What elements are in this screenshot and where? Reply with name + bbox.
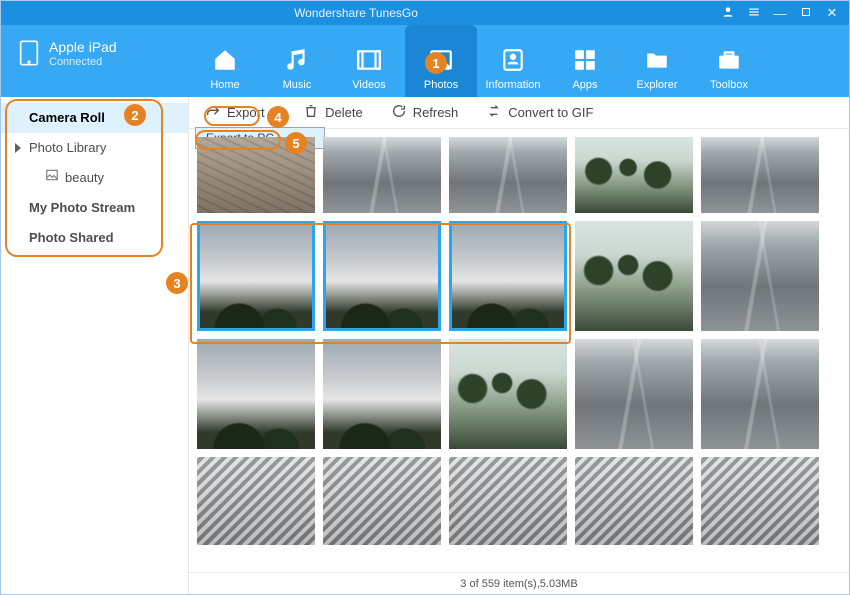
photo-thumb[interactable]	[197, 339, 315, 449]
statusbar: 3 of 559 item(s),5.03MB	[189, 572, 849, 594]
music-icon	[284, 43, 310, 77]
export-label: Export	[227, 105, 265, 120]
tab-home[interactable]: Home	[189, 25, 261, 97]
tab-label: Explorer	[637, 79, 678, 91]
photo-thumb[interactable]	[575, 339, 693, 449]
videos-icon	[356, 43, 382, 77]
delete-button[interactable]: Delete	[299, 101, 367, 124]
photo-thumb[interactable]	[323, 339, 441, 449]
photo-thumb[interactable]	[701, 221, 819, 331]
tab-label: Photos	[424, 79, 458, 91]
photo-thumb[interactable]	[449, 457, 567, 545]
apps-icon	[572, 43, 598, 77]
device-status: Connected	[49, 56, 117, 69]
device-panel[interactable]: Apple iPad Connected	[1, 25, 189, 97]
export-icon	[205, 103, 221, 122]
sidebar-item-beauty[interactable]: beauty	[1, 163, 188, 193]
photo-thumb[interactable]	[449, 339, 567, 449]
tab-label: Music	[283, 79, 312, 91]
tab-explorer[interactable]: Explorer	[621, 25, 693, 97]
chevron-right-icon	[15, 143, 21, 153]
sidebar-item-photo-library[interactable]: Photo Library	[1, 133, 188, 163]
sidebar-item-my-photo-stream[interactable]: My Photo Stream	[1, 193, 188, 223]
photos-icon	[428, 43, 454, 77]
photo-grid	[189, 129, 849, 572]
photo-thumb[interactable]	[323, 457, 441, 545]
titlebar: Wondershare TunesGo — ✕	[1, 1, 849, 25]
maximize-button[interactable]	[799, 6, 813, 21]
tab-label: Home	[210, 79, 239, 91]
sidebar-item-camera-roll[interactable]: Camera Roll	[1, 103, 188, 133]
user-icon[interactable]	[721, 5, 735, 22]
tab-music[interactable]: Music	[261, 25, 333, 97]
photo-thumb[interactable]	[197, 457, 315, 545]
photo-thumb[interactable]	[575, 221, 693, 331]
photo-thumb[interactable]	[701, 137, 819, 213]
main-tabs: Home Music Videos Photos Information App…	[189, 25, 849, 97]
photo-thumb[interactable]	[197, 137, 315, 213]
picture-icon	[45, 163, 59, 193]
delete-icon	[303, 103, 319, 122]
tab-information[interactable]: Information	[477, 25, 549, 97]
photo-thumb-selected[interactable]	[449, 221, 567, 331]
sidebar-item-photo-shared[interactable]: Photo Shared	[1, 223, 188, 253]
navbar: Apple iPad Connected Home Music Videos P…	[1, 25, 849, 97]
photo-thumb[interactable]	[575, 137, 693, 213]
status-text: 3 of 559 item(s),5.03MB	[460, 578, 577, 590]
app-window: Wondershare TunesGo — ✕ Apple iPad Conne…	[0, 0, 850, 595]
app-title: Wondershare TunesGo	[1, 6, 711, 20]
export-button[interactable]: Export ▾	[201, 101, 279, 124]
sidebar-item-label: Photo Shared	[29, 230, 114, 245]
tab-label: Videos	[352, 79, 385, 91]
window-controls: — ✕	[711, 5, 849, 22]
photo-thumb[interactable]	[323, 137, 441, 213]
tab-photos[interactable]: Photos	[405, 25, 477, 97]
photo-thumb[interactable]	[449, 137, 567, 213]
photo-thumb-selected[interactable]	[197, 221, 315, 331]
minimize-button[interactable]: —	[773, 6, 787, 21]
main: Export ▾ Delete Refresh Convert to GIF	[189, 97, 849, 594]
explorer-icon	[644, 43, 670, 77]
photo-thumb[interactable]	[575, 457, 693, 545]
convert-label: Convert to GIF	[508, 105, 593, 120]
photo-thumb[interactable]	[701, 457, 819, 545]
tab-label: Apps	[572, 79, 597, 91]
refresh-button[interactable]: Refresh	[387, 101, 463, 124]
photo-thumb-selected[interactable]	[323, 221, 441, 331]
refresh-icon	[391, 103, 407, 122]
body: Camera Roll Photo Library beauty My Phot…	[1, 97, 849, 594]
chevron-down-icon: ▾	[271, 107, 276, 118]
refresh-label: Refresh	[413, 105, 459, 120]
photo-thumb[interactable]	[701, 339, 819, 449]
sidebar: Camera Roll Photo Library beauty My Phot…	[1, 97, 189, 594]
toolbar: Export ▾ Delete Refresh Convert to GIF	[189, 97, 849, 129]
tab-label: Toolbox	[710, 79, 748, 91]
home-icon	[212, 43, 238, 77]
sidebar-item-label: Photo Library	[29, 140, 106, 155]
tab-toolbox[interactable]: Toolbox	[693, 25, 765, 97]
tab-label: Information	[485, 79, 540, 91]
sidebar-item-label: beauty	[65, 163, 104, 193]
convert-icon	[486, 103, 502, 122]
device-name: Apple iPad	[49, 39, 117, 56]
information-icon	[500, 43, 526, 77]
delete-label: Delete	[325, 105, 363, 120]
sidebar-item-label: My Photo Stream	[29, 200, 135, 215]
ipad-icon	[19, 39, 39, 70]
close-button[interactable]: ✕	[825, 5, 839, 21]
tab-apps[interactable]: Apps	[549, 25, 621, 97]
tab-videos[interactable]: Videos	[333, 25, 405, 97]
menu-icon[interactable]	[747, 5, 761, 22]
sidebar-item-label: Camera Roll	[29, 110, 105, 125]
convert-gif-button[interactable]: Convert to GIF	[482, 101, 597, 124]
toolbox-icon	[716, 43, 742, 77]
